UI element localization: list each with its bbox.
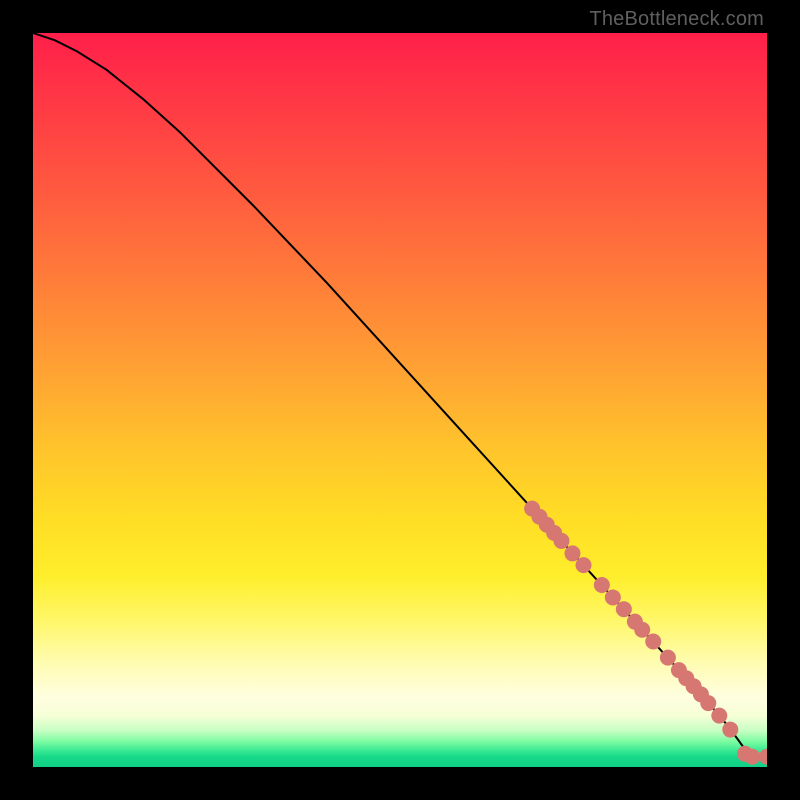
data-point	[576, 557, 592, 573]
data-point	[634, 622, 650, 638]
data-point	[616, 601, 632, 617]
data-point	[605, 589, 621, 605]
data-point	[759, 749, 767, 765]
attribution-label: TheBottleneck.com	[589, 8, 764, 31]
data-point	[722, 722, 738, 738]
data-point	[594, 577, 610, 593]
data-points	[524, 501, 767, 765]
data-point	[744, 749, 760, 765]
data-point	[564, 545, 580, 561]
data-point	[645, 633, 661, 649]
data-point	[553, 533, 569, 549]
data-point	[700, 695, 716, 711]
data-point	[660, 650, 676, 666]
plot-area	[33, 33, 767, 767]
chart-svg	[33, 33, 767, 767]
data-point	[711, 708, 727, 724]
chart-frame: TheBottleneck.com	[0, 0, 800, 800]
